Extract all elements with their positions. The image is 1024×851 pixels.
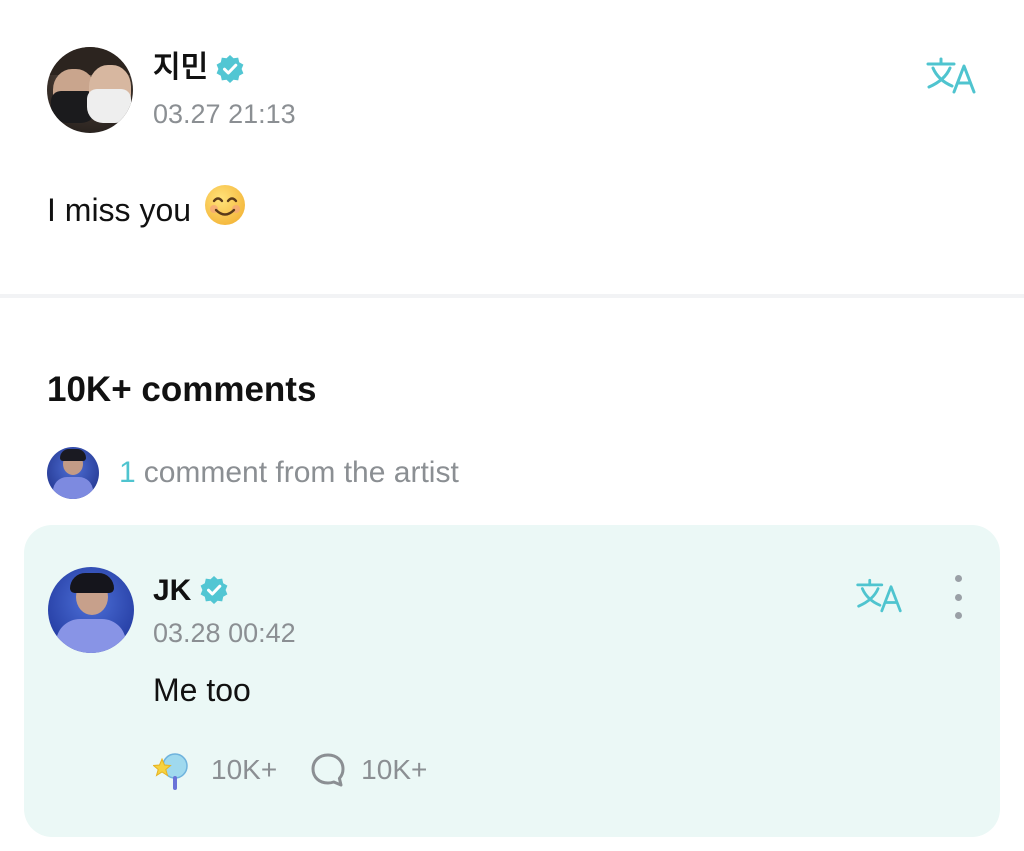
- post-body: I miss you: [47, 183, 247, 236]
- artist-comments-label: 1 comment from the artist: [119, 455, 459, 491]
- reply-count: 10K+: [361, 754, 428, 785]
- artist-comment-card[interactable]: JK 03.28 00:42 Me too 10K+ 10K+: [24, 525, 1000, 837]
- comment-bubble-icon[interactable]: [309, 751, 347, 789]
- smiling-face-icon: [203, 183, 247, 236]
- section-divider: [0, 294, 1024, 298]
- post-detail-page: 지민 03.27 21:13 I miss you 10K+ comments …: [0, 0, 1024, 851]
- artist-avatar: [47, 447, 99, 499]
- post-author-name[interactable]: 지민: [153, 50, 244, 86]
- comment-author-avatar[interactable]: [48, 567, 134, 653]
- more-options-icon[interactable]: [948, 575, 968, 619]
- comment-timestamp: 03.28 00:42: [153, 618, 296, 648]
- artist-comments-count: 1: [119, 456, 136, 489]
- verified-badge-icon: [199, 575, 229, 614]
- comments-count-heading: 10K+ comments: [47, 370, 317, 409]
- comment-author-name[interactable]: JK: [153, 573, 228, 609]
- sparkle-like-icon[interactable]: [152, 750, 197, 790]
- verified-badge-icon: [215, 54, 245, 93]
- post-author-name-text[interactable]: 지민: [153, 51, 208, 84]
- post-timestamp: 03.27 21:13: [153, 99, 296, 129]
- comment-stats: 10K+ 10K+: [152, 750, 459, 790]
- translate-icon[interactable]: [924, 56, 978, 96]
- post-author-avatar[interactable]: [47, 47, 133, 133]
- like-count: 10K+: [211, 754, 278, 785]
- comment-author-name-text[interactable]: JK: [153, 574, 191, 607]
- artist-comments-label-text: comment from the artist: [143, 456, 459, 489]
- artist-comments-filter[interactable]: 1 comment from the artist: [47, 447, 459, 499]
- translate-icon[interactable]: [854, 577, 904, 615]
- post-body-text: I miss you: [47, 191, 192, 228]
- comment-text: Me too: [153, 672, 251, 708]
